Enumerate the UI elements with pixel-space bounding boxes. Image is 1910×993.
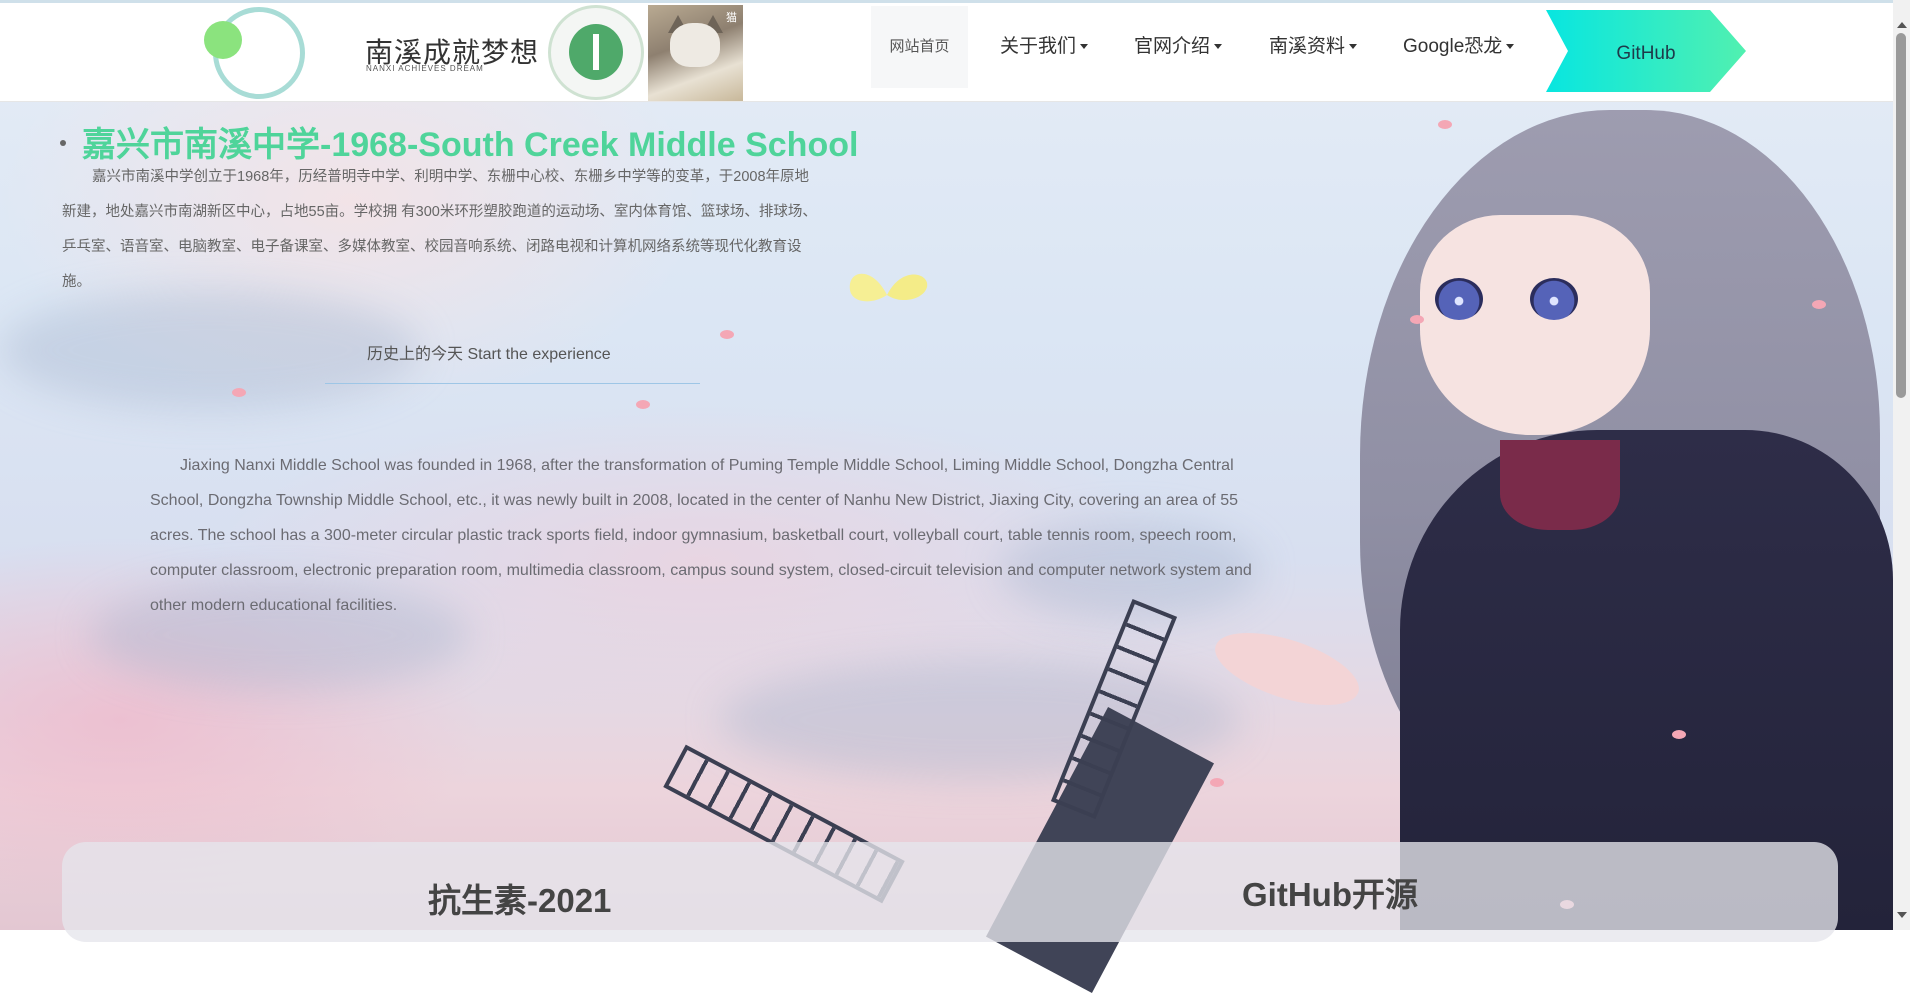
- cat-photo: 猫: [648, 5, 743, 101]
- illustration-face: [1420, 215, 1650, 435]
- caret-down-icon: [1349, 44, 1358, 50]
- caret-down-icon: [1080, 44, 1089, 50]
- scroll-up-arrow-icon[interactable]: [1897, 22, 1907, 28]
- nav-site-intro-label: 官网介绍: [1134, 36, 1211, 57]
- nav-nanxi-materials-dropdown[interactable]: 南溪资料: [1269, 6, 1358, 88]
- illustration-collar: [1500, 440, 1620, 530]
- nav-site-intro-dropdown[interactable]: 官网介绍: [1134, 6, 1223, 88]
- emblem-tree-icon: [569, 24, 623, 80]
- petal-decoration: [636, 400, 650, 409]
- petal-decoration: [1812, 300, 1826, 309]
- card-title-antibiotic[interactable]: 抗生素-2021: [428, 874, 611, 922]
- site-logo-dot: [204, 21, 242, 59]
- scroll-down-arrow-icon[interactable]: [1897, 912, 1907, 918]
- intro-english: Jiaxing Nanxi Middle School was founded …: [150, 457, 1252, 614]
- history-link-underline: [325, 383, 700, 384]
- nav-google-dino-label: Google恐龙: [1403, 36, 1503, 57]
- site-header: 南溪成就梦想 NANXI ACHIEVES DREAM 猫 网站首页 关于我们 …: [0, 0, 1893, 102]
- caret-down-icon: [1214, 44, 1223, 50]
- petal-decoration: [720, 330, 734, 339]
- scrollbar-thumb[interactable]: [1896, 33, 1906, 398]
- brand-slogan-sub: NANXI ACHIEVES DREAM: [366, 64, 484, 73]
- nav-home[interactable]: 网站首页: [871, 6, 968, 88]
- illustration-eye: [1435, 278, 1483, 320]
- caret-down-icon: [1506, 44, 1515, 50]
- nav-about-label: 关于我们: [1000, 36, 1077, 57]
- card-title-github-open-source[interactable]: GitHub开源: [1242, 868, 1418, 916]
- illustration-eye: [1530, 278, 1578, 320]
- butterfly-icon: [849, 273, 928, 302]
- intro-chinese: 嘉兴市南溪中学创立于1968年，历经普明寺中学、利明中学、东栅中心校、东栅乡中学…: [62, 169, 817, 290]
- petal-decoration: [1672, 730, 1686, 739]
- petal-decoration: [1438, 120, 1452, 129]
- petal-decoration: [1210, 778, 1224, 787]
- nav-about-dropdown[interactable]: 关于我们: [1000, 6, 1089, 88]
- nav-google-dino-dropdown[interactable]: Google恐龙: [1403, 6, 1515, 88]
- school-emblem: [548, 5, 644, 100]
- cat-photo-mark: 猫: [726, 12, 737, 24]
- page-title: 嘉兴市南溪中学-1968-South Creek Middle School: [82, 126, 859, 164]
- history-today-link[interactable]: 历史上的今天 Start the experience: [367, 340, 611, 364]
- list-bullet: [60, 140, 66, 146]
- petal-decoration: [1410, 315, 1424, 324]
- github-button[interactable]: GitHub: [1546, 10, 1746, 92]
- petal-decoration: [232, 388, 246, 397]
- nav-nanxi-materials-label: 南溪资料: [1269, 36, 1346, 57]
- feature-card: [62, 842, 1838, 942]
